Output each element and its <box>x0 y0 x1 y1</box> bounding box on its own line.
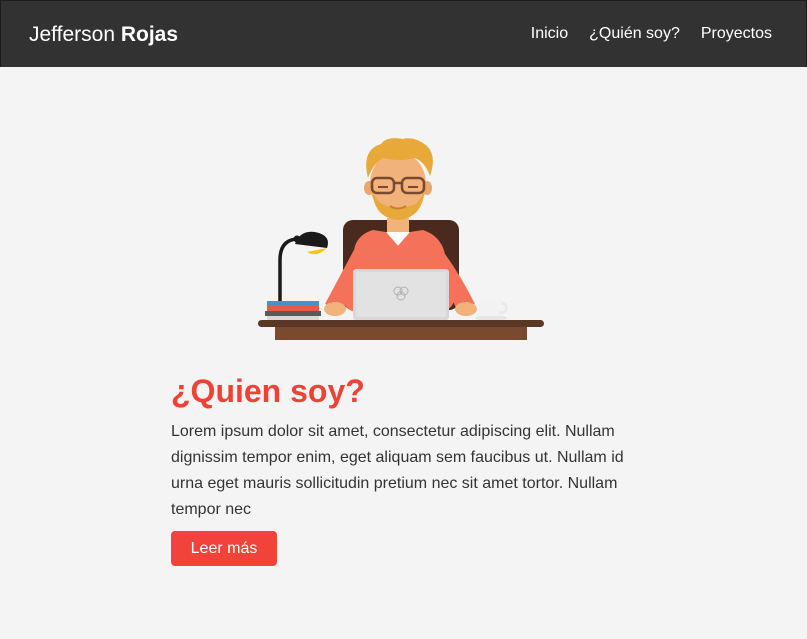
main-nav: Inicio ¿Quién soy? Proyectos <box>531 25 772 43</box>
navbar: Jefferson Rojas Inicio ¿Quién soy? Proye… <box>0 0 807 67</box>
brand-first-name: Jefferson <box>29 23 115 46</box>
brand-last-name: Rojas <box>120 23 179 46</box>
about-title: ¿Quien soy? <box>171 373 365 409</box>
desk-lamp-icon <box>269 231 328 307</box>
nav-link-inicio[interactable]: Inicio <box>531 25 568 43</box>
read-more-button[interactable]: Leer más <box>171 531 277 566</box>
nav-link-proyectos[interactable]: Proyectos <box>701 25 772 43</box>
laptop-icon <box>353 269 449 320</box>
books-icon <box>265 301 321 321</box>
nav-link-quien-soy[interactable]: ¿Quién soy? <box>589 25 680 43</box>
developer-at-desk-illustration <box>258 138 544 340</box>
coffee-cup-icon <box>475 299 508 321</box>
brand-logo[interactable]: Jefferson Rojas <box>29 23 178 47</box>
about-text: Lorem ipsum dolor sit amet, consectetur … <box>171 423 624 518</box>
